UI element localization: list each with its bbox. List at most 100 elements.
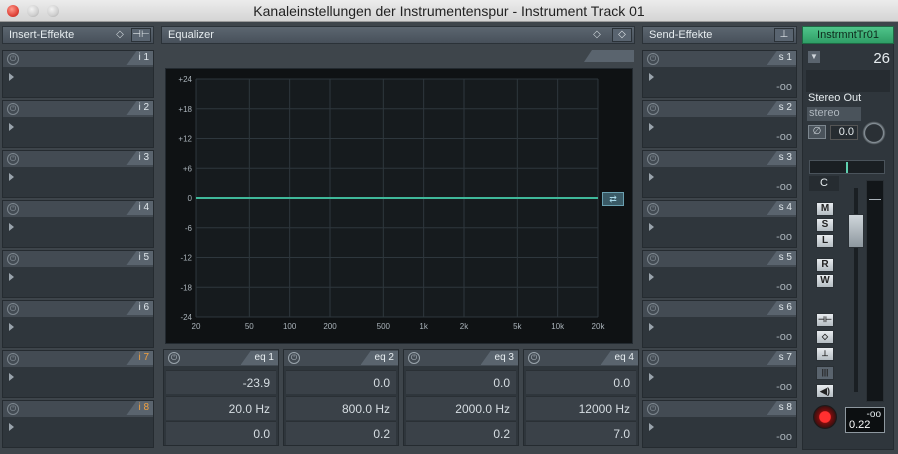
expand-triangle-icon[interactable] (9, 73, 14, 81)
expand-triangle-icon[interactable] (9, 423, 14, 431)
read-automation-button[interactable]: R (816, 258, 834, 272)
eq-preset-icon[interactable]: ◇ (590, 29, 604, 41)
send-slot[interactable]: ⏻ s 4 -oo (642, 200, 797, 248)
send-level-value[interactable]: -oo (776, 381, 792, 393)
pan-slider[interactable] (809, 160, 885, 174)
send-level-value[interactable]: -oo (776, 131, 792, 143)
power-icon[interactable]: ⏻ (7, 103, 19, 115)
eq-frequency-field[interactable]: 2000.0 Hz (406, 396, 516, 420)
expand-triangle-icon[interactable] (649, 423, 654, 431)
insert-slot[interactable]: ⏻ i 5 (2, 250, 154, 298)
monitor-icon[interactable]: ◀) (816, 384, 834, 398)
insert-slot[interactable]: ⏻ i 6 (2, 300, 154, 348)
send-slot[interactable]: ⏻ s 3 -oo (642, 150, 797, 198)
power-icon[interactable]: ⏻ (647, 203, 659, 215)
insert-slot[interactable]: ⏻ i 3 (2, 150, 154, 198)
power-icon[interactable]: ⏻ (528, 352, 540, 364)
eq-frequency-field[interactable]: 20.0 Hz (166, 396, 276, 420)
power-icon[interactable]: ⏻ (288, 352, 300, 364)
expand-triangle-icon[interactable] (649, 173, 654, 181)
eq-q-field[interactable]: 7.0 (526, 421, 636, 445)
power-icon[interactable]: ⏻ (7, 353, 19, 365)
preset-icon[interactable]: ◇ (113, 29, 127, 41)
insert-slot[interactable]: ⏻ i 4 (2, 200, 154, 248)
send-level-value[interactable]: -oo (776, 281, 792, 293)
eq-gain-field[interactable]: 0.0 (526, 370, 636, 394)
eq-gain-field[interactable]: 0.0 (286, 370, 396, 394)
eq-bypass-button[interactable]: ◇ (612, 28, 632, 42)
power-icon[interactable]: ⏻ (647, 403, 659, 415)
volume-fader-handle[interactable] (848, 214, 864, 248)
sends-bypass-button[interactable]: ⊥ (774, 28, 794, 42)
power-icon[interactable]: ⏻ (647, 253, 659, 265)
insert-slot[interactable]: ⏻ i 8 (2, 400, 154, 448)
channel-name-button[interactable]: InstrmntTr01 (802, 26, 894, 44)
expand-triangle-icon[interactable] (649, 123, 654, 131)
send-level-value[interactable]: -oo (776, 331, 792, 343)
expand-triangle-icon[interactable] (9, 123, 14, 131)
eq-q-field[interactable]: 0.2 (406, 421, 516, 445)
send-slot[interactable]: ⏻ s 5 -oo (642, 250, 797, 298)
insert-bypass-icon[interactable]: ⊣⊢ (816, 313, 834, 327)
listen-button[interactable]: L (816, 234, 834, 248)
insert-slot[interactable]: ⏻ i 1 (2, 50, 154, 98)
channel-menu-icon[interactable]: ▼ (808, 51, 820, 63)
eq-gain-field[interactable]: 0.0 (406, 370, 516, 394)
power-icon[interactable]: ⏻ (647, 303, 659, 315)
expand-triangle-icon[interactable] (649, 373, 654, 381)
solo-button[interactable]: S (816, 218, 834, 232)
expand-triangle-icon[interactable] (9, 223, 14, 231)
send-bypass-icon[interactable]: ⊥ (816, 347, 834, 361)
insert-slot[interactable]: ⏻ i 2 (2, 100, 154, 148)
eq-frequency-field[interactable]: 12000 Hz (526, 396, 636, 420)
power-icon[interactable]: ⏻ (7, 203, 19, 215)
expand-triangle-icon[interactable] (9, 373, 14, 381)
expand-triangle-icon[interactable] (649, 223, 654, 231)
eq-reset-icon[interactable]: ⇄ (602, 192, 624, 206)
power-icon[interactable]: ⏻ (647, 103, 659, 115)
send-slot[interactable]: ⏻ s 7 -oo (642, 350, 797, 398)
eq-curve-svg[interactable]: +24 +18 +12 +6 0 -6 -12 -18 -2420 50 100 200 500 1k 2k… (166, 69, 634, 345)
expand-triangle-icon[interactable] (9, 323, 14, 331)
insert-slot[interactable]: ⏻ i 7 (2, 350, 154, 398)
power-icon[interactable]: ⏻ (168, 352, 180, 364)
send-level-value[interactable]: -oo (776, 181, 792, 193)
expand-triangle-icon[interactable] (649, 323, 654, 331)
power-icon[interactable]: ⏻ (647, 53, 659, 65)
send-slot[interactable]: ⏻ s 2 -oo (642, 100, 797, 148)
send-slot[interactable]: ⏻ s 1 -oo (642, 50, 797, 98)
input-gain-value[interactable]: 0.0 (830, 125, 858, 140)
send-slot[interactable]: ⏻ s 6 -oo (642, 300, 797, 348)
output-routing[interactable]: Stereo Out (808, 92, 861, 104)
send-slot[interactable]: ⏻ s 8 -oo (642, 400, 797, 448)
expand-triangle-icon[interactable] (649, 273, 654, 281)
power-icon[interactable]: ⏻ (7, 153, 19, 165)
expand-triangle-icon[interactable] (9, 173, 14, 181)
power-icon[interactable]: ⏻ (7, 403, 19, 415)
power-icon[interactable]: ⏻ (647, 153, 659, 165)
expand-triangle-icon[interactable] (649, 73, 654, 81)
volume-value[interactable]: 0.22 (849, 419, 870, 431)
send-level-value[interactable]: -oo (776, 81, 792, 93)
eq-q-field[interactable]: 0.2 (286, 421, 396, 445)
eq-graph[interactable]: +24 +18 +12 +6 0 -6 -12 -18 -24 20 50 100 200 500 1k 2k… (165, 68, 633, 344)
gain-knob[interactable] (862, 121, 886, 145)
power-icon[interactable]: ⏻ (647, 353, 659, 365)
power-icon[interactable]: ⏻ (408, 352, 420, 364)
power-icon[interactable]: ⏻ (7, 253, 19, 265)
expand-triangle-icon[interactable] (9, 273, 14, 281)
power-icon[interactable]: ⏻ (7, 303, 19, 315)
record-enable-button[interactable] (813, 405, 837, 429)
edit-instrument-icon[interactable]: ||| (816, 366, 834, 380)
eq-gain-field[interactable]: -23.9 (166, 370, 276, 394)
send-level-value[interactable]: -oo (776, 431, 792, 443)
write-automation-button[interactable]: W (816, 274, 834, 288)
inserts-bypass-button[interactable]: ⊣⊢ (131, 28, 151, 42)
eq-bypass-icon[interactable]: ◇ (816, 330, 834, 344)
power-icon[interactable]: ⏻ (7, 53, 19, 65)
eq-frequency-field[interactable]: 800.0 Hz (286, 396, 396, 420)
send-level-value[interactable]: -oo (776, 231, 792, 243)
phase-icon[interactable]: ∅ (808, 125, 826, 139)
mute-button[interactable]: M (816, 202, 834, 216)
eq-q-field[interactable]: 0.0 (166, 421, 276, 445)
